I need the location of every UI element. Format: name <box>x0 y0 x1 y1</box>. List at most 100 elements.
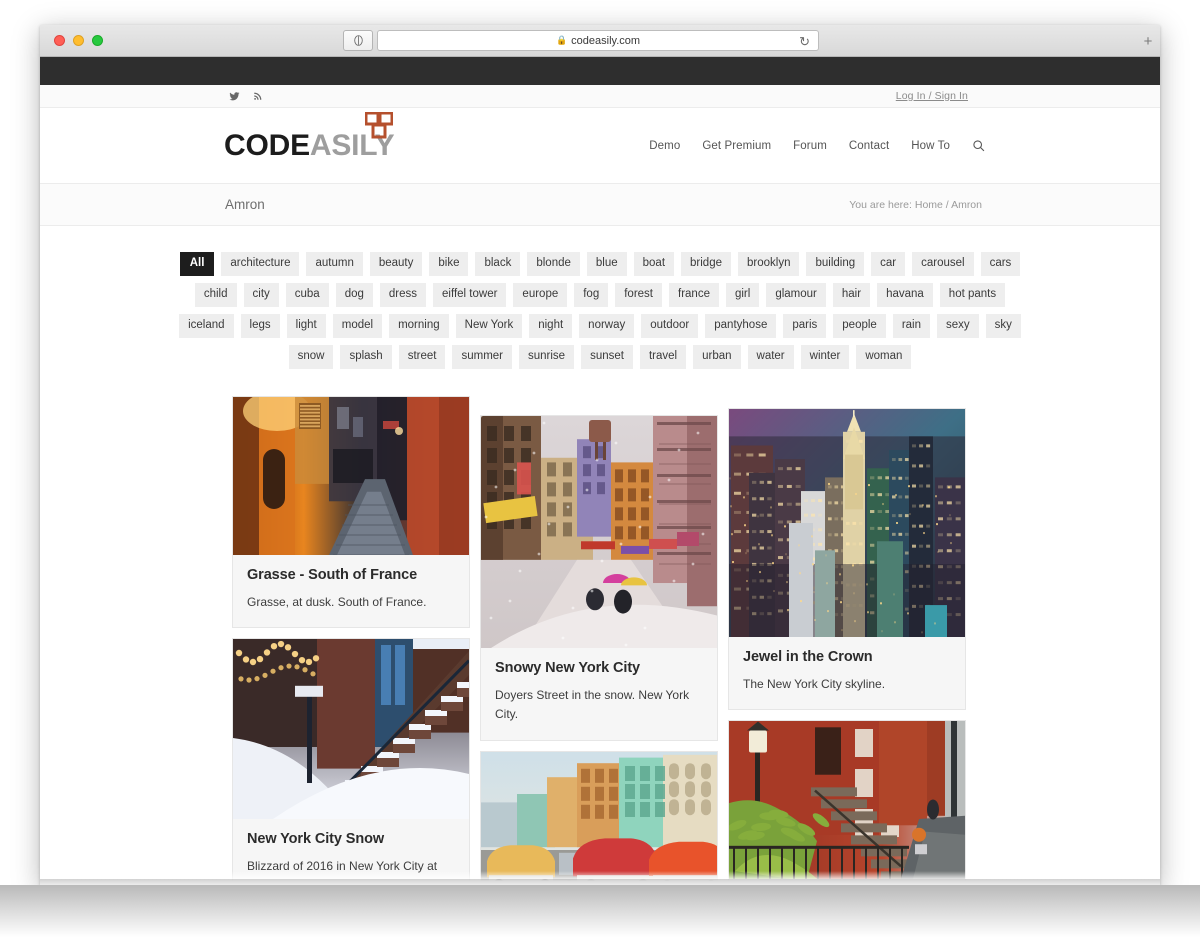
filter-tag-splash[interactable]: splash <box>340 345 392 369</box>
shield-icon[interactable] <box>343 30 373 51</box>
filter-tag-street[interactable]: street <box>398 345 446 369</box>
filter-tag-morning[interactable]: morning <box>389 314 449 338</box>
site-logo[interactable]: CODEASILY <box>224 111 395 161</box>
filter-tag-new-york[interactable]: New York <box>455 314 523 338</box>
filter-tag-rain[interactable]: rain <box>892 314 931 338</box>
filter-tag-sunrise[interactable]: sunrise <box>519 345 575 369</box>
card-title: Jewel in the Crown <box>743 649 873 665</box>
filter-tag-all[interactable]: All <box>179 252 215 276</box>
filter-tag-light[interactable]: light <box>286 314 326 338</box>
filter-tag-iceland[interactable]: iceland <box>179 314 234 338</box>
reload-icon[interactable]: ↻ <box>799 34 810 50</box>
filter-tag-cars[interactable]: cars <box>980 252 1021 276</box>
filter-tag-havana[interactable]: havana <box>877 283 933 307</box>
filter-tag-child[interactable]: child <box>194 283 237 307</box>
card-thumbnail[interactable] <box>729 409 965 637</box>
breadcrumb-home-link[interactable]: Home <box>915 199 943 211</box>
gallery-column: Snowy New York City Doyers Street in the … <box>480 415 718 885</box>
nav-item-contact[interactable]: Contact <box>849 140 889 152</box>
filter-tag-car[interactable]: car <box>871 252 906 276</box>
filter-tag-winter[interactable]: winter <box>800 345 850 369</box>
breadcrumb-current: Amron <box>951 198 982 211</box>
search-icon[interactable] <box>972 139 985 152</box>
filter-tag-hot-pants[interactable]: hot pants <box>939 283 1006 307</box>
filter-tag-outdoor[interactable]: outdoor <box>641 314 699 338</box>
photo-brooklyn-brownstones-rainy-day <box>729 721 965 880</box>
twitter-icon[interactable] <box>223 85 246 108</box>
filter-tag-norway[interactable]: norway <box>579 314 635 338</box>
card-body: Jewel in the Crown The New York City skyl… <box>729 637 965 709</box>
url-text: codeasily.com <box>571 34 641 47</box>
filter-tag-blue[interactable]: blue <box>586 252 627 276</box>
filter-tag-cuba[interactable]: cuba <box>285 283 329 307</box>
new-tab-button[interactable]: + <box>1138 29 1158 53</box>
gallery-card[interactable]: Jewel in the Crown The New York City skyl… <box>728 408 966 711</box>
filter-tag-people[interactable]: people <box>833 314 886 338</box>
filter-tag-dog[interactable]: dog <box>335 283 373 307</box>
filter-tag-france[interactable]: france <box>669 283 719 307</box>
card-thumbnail[interactable] <box>729 721 965 880</box>
filter-tag-europe[interactable]: europe <box>513 283 568 307</box>
filter-tag-sexy[interactable]: sexy <box>937 314 979 338</box>
filter-tag-girl[interactable]: girl <box>725 283 760 307</box>
filter-tag-bridge[interactable]: bridge <box>681 252 731 276</box>
filter-tag-sunset[interactable]: sunset <box>581 345 633 369</box>
filter-tag-beauty[interactable]: beauty <box>369 252 423 276</box>
gallery-card[interactable]: Snowy New York City Doyers Street in the … <box>480 415 718 741</box>
filter-tag-boat[interactable]: boat <box>633 252 675 276</box>
filter-tag-bike[interactable]: bike <box>429 252 469 276</box>
filter-tag-architecture[interactable]: architecture <box>221 252 300 276</box>
gallery-card[interactable]: Rainy DayBrooklyn on a rainy day in New … <box>728 720 966 885</box>
filter-tag-dress[interactable]: dress <box>379 283 427 307</box>
nav-item-forum[interactable]: Forum <box>793 140 827 152</box>
close-window-button[interactable] <box>54 35 65 46</box>
filter-tag-city[interactable]: city <box>243 283 279 307</box>
card-body: New York City Snow Blizzard of 2016 in Ne… <box>233 819 469 885</box>
minimize-window-button[interactable] <box>73 35 84 46</box>
filter-tag-fog[interactable]: fog <box>574 283 609 307</box>
nav-item-demo[interactable]: Demo <box>649 140 680 152</box>
filter-row: snow splash street summer sunrise sunset trave… <box>40 345 1160 369</box>
filter-tag-carousel[interactable]: carousel <box>912 252 974 276</box>
breadcrumb-band: Amron You are here: Home / Amron <box>40 184 1160 226</box>
card-caption: Grasse, at dusk. South of France. <box>247 595 427 610</box>
filter-tag-model[interactable]: model <box>332 314 383 338</box>
filter-tag-black[interactable]: black <box>475 252 521 276</box>
filter-tag-water[interactable]: water <box>747 345 794 369</box>
filter-tag-snow[interactable]: snow <box>288 345 334 369</box>
gallery-card[interactable]: New York City Snow Blizzard of 2016 in Ne… <box>232 638 470 885</box>
filter-tag-urban[interactable]: urban <box>693 345 741 369</box>
filter-tag-legs[interactable]: legs <box>240 314 280 338</box>
nav-item-get-premium[interactable]: Get Premium <box>702 140 771 152</box>
filter-tag-brooklyn[interactable]: brooklyn <box>738 252 800 276</box>
filter-tag-travel[interactable]: travel <box>639 345 687 369</box>
gallery-card[interactable]: Cuba - Vintage American CarsHavana, Cuba… <box>480 750 718 885</box>
gallery-card[interactable]: Grasse - South of France Grasse, at dusk.… <box>232 396 470 629</box>
filter-tag-blonde[interactable]: blonde <box>527 252 580 276</box>
site-header: CODEASILY Demo Get Premium Forum Contact… <box>40 108 1160 184</box>
filter-row: child city cuba dog dress eiffel tower europe f… <box>40 283 1160 307</box>
filter-tag-building[interactable]: building <box>806 252 865 276</box>
card-caption: Doyers Street in the snow. New York City… <box>495 688 690 722</box>
card-thumbnail[interactable] <box>481 416 717 648</box>
filter-tag-eiffel-tower[interactable]: eiffel tower <box>433 283 507 307</box>
card-thumbnail[interactable] <box>233 639 469 820</box>
filter-tag-autumn[interactable]: autumn <box>306 252 363 276</box>
filter-tag-glamour[interactable]: glamour <box>766 283 826 307</box>
card-thumbnail[interactable] <box>233 397 469 555</box>
rss-icon[interactable] <box>246 85 269 108</box>
maximize-window-button[interactable] <box>92 35 103 46</box>
filter-tag-woman[interactable]: woman <box>856 345 912 369</box>
nav-item-how-to[interactable]: How To <box>911 140 950 152</box>
filter-tag-pantyhose[interactable]: pantyhose <box>705 314 777 338</box>
browser-titlebar: 🔒 codeasily.com ↻ + <box>40 25 1160 57</box>
filter-tag-sky[interactable]: sky <box>985 314 1021 338</box>
card-thumbnail[interactable] <box>481 751 717 885</box>
address-bar[interactable]: 🔒 codeasily.com ↻ <box>377 30 819 51</box>
filter-tag-night[interactable]: night <box>529 314 573 338</box>
login-signin-link[interactable]: Log In / Sign In <box>896 90 968 102</box>
filter-tag-summer[interactable]: summer <box>452 345 512 369</box>
filter-tag-forest[interactable]: forest <box>615 283 662 307</box>
filter-tag-paris[interactable]: paris <box>783 314 827 338</box>
filter-tag-hair[interactable]: hair <box>832 283 871 307</box>
